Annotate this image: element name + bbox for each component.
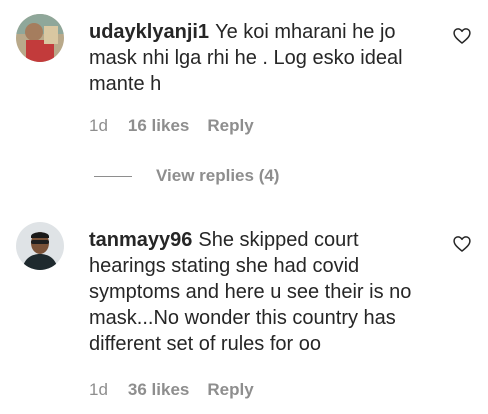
reply-button[interactable]: Reply xyxy=(207,116,253,136)
heart-outline-icon[interactable] xyxy=(452,26,472,46)
comment-username[interactable]: udayklyanji1 xyxy=(89,21,209,43)
comment-likes[interactable]: 16 likes xyxy=(128,116,189,136)
comment-username[interactable]: tanmayy96 xyxy=(89,229,192,251)
comment-body: udayklyanji1 Ye koi mharani he jo mask nh… xyxy=(89,19,429,97)
comment-body: tanmayy96 She skipped court hearings stat… xyxy=(89,227,429,357)
avatar[interactable] xyxy=(16,222,64,270)
comment-item: tanmayy96 She skipped court hearings stat… xyxy=(0,210,488,414)
view-replies-button[interactable]: View replies (4) xyxy=(94,166,279,186)
comment-item: udayklyanji1 Ye koi mharani he jo mask nh… xyxy=(0,0,488,150)
view-replies-label: View replies (4) xyxy=(156,166,280,185)
view-replies-divider xyxy=(94,175,132,177)
reply-button[interactable]: Reply xyxy=(207,380,253,400)
comment-meta: 1d 16 likes Reply xyxy=(89,116,254,136)
comment-time: 1d xyxy=(89,380,108,399)
avatar[interactable] xyxy=(16,14,64,62)
heart-outline-icon[interactable] xyxy=(452,234,472,254)
comment-time: 1d xyxy=(89,116,108,135)
comment-likes[interactable]: 36 likes xyxy=(128,380,189,400)
comment-meta: 1d 36 likes Reply xyxy=(89,380,254,400)
